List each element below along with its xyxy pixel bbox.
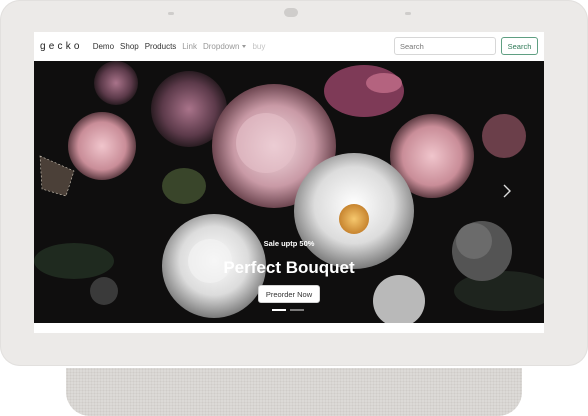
navbar: gecko Demo Shop Products Link Dropdown b… — [34, 32, 544, 61]
caret-down-icon — [242, 45, 247, 49]
nav-link-demo[interactable]: Demo — [93, 42, 114, 51]
chevron-right-icon — [503, 184, 511, 198]
nav-link-products[interactable]: Products — [145, 42, 177, 51]
carousel-next-control[interactable] — [496, 176, 518, 206]
brand-logo[interactable]: gecko — [40, 41, 83, 52]
nav-link-buy: buy — [252, 42, 266, 51]
search-input[interactable] — [394, 37, 496, 55]
nav-dropdown[interactable]: Dropdown — [202, 42, 247, 51]
nav-dropdown-label: Dropdown — [202, 42, 240, 51]
speaker-base — [66, 368, 522, 416]
search-button[interactable]: Search — [501, 37, 538, 55]
device-mic-right — [405, 12, 411, 15]
carousel-prev-control[interactable] — [40, 176, 62, 206]
screen: gecko Demo Shop Products Link Dropdown b… — [34, 32, 544, 333]
hero-carousel: Sale uptp 50% Perfect Bouquet Preorder N… — [34, 61, 544, 323]
device-camera — [284, 8, 298, 17]
device-mic-left — [168, 12, 174, 15]
carousel-indicator-2[interactable] — [290, 309, 304, 311]
flower-bouquet-image — [34, 61, 544, 323]
nav-links: Demo Shop Products Link Dropdown buy — [93, 42, 272, 51]
carousel-indicator-1[interactable] — [272, 309, 286, 311]
preorder-button[interactable]: Preorder Now — [258, 285, 320, 303]
device-frame: gecko Demo Shop Products Link Dropdown b… — [0, 0, 588, 366]
nav-link-link[interactable]: Link — [182, 42, 197, 51]
nav-link-shop[interactable]: Shop — [120, 42, 139, 51]
hero-subtitle: Sale uptp 50% — [263, 239, 315, 248]
hero-title: Perfect Bouquet — [223, 258, 355, 277]
